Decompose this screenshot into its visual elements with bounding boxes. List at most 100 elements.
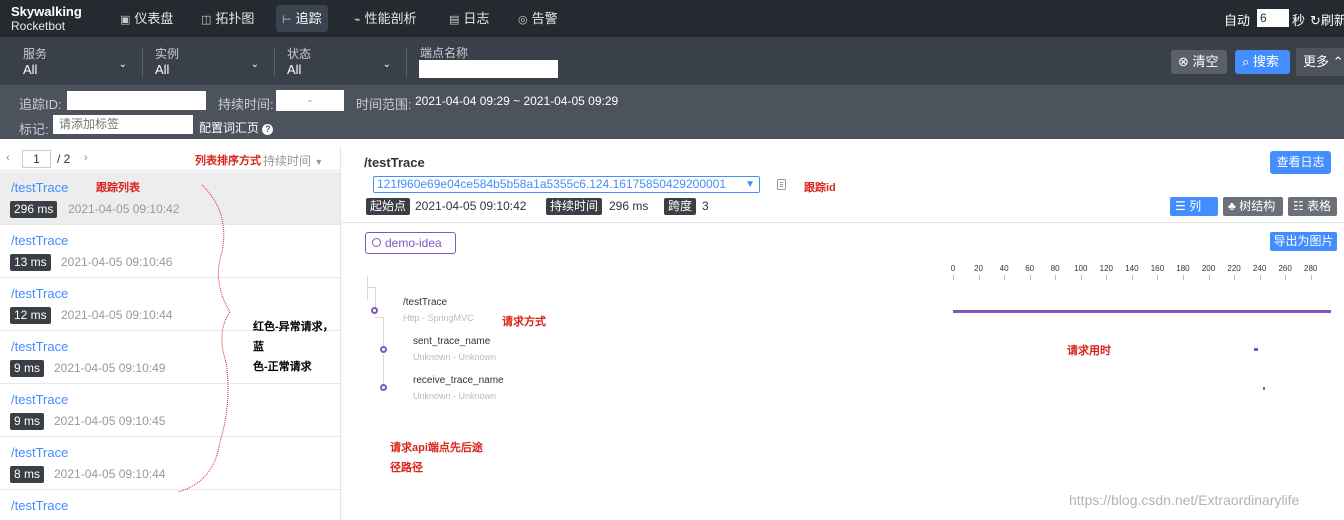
start-time-value: 2021-04-05 09:10:42	[415, 199, 527, 213]
trace-id-input[interactable]	[67, 91, 206, 110]
trace-id-select[interactable]: 121f960e69e04ce584b5b58a1a5355c6.124.161…	[373, 176, 760, 193]
sort-select-value: 持续时间	[263, 154, 312, 168]
axis-tick	[1310, 275, 1312, 280]
auto-refresh-interval-input[interactable]	[1257, 9, 1289, 27]
axis-tick	[1182, 275, 1184, 280]
tree-line	[375, 317, 383, 318]
axis-tick	[953, 275, 954, 280]
trace-endpoint-name: /testTrace	[11, 233, 69, 248]
tags-input[interactable]	[53, 115, 193, 134]
view-table-button[interactable]: ☷ 表格	[1288, 197, 1337, 216]
search-button[interactable]: ⌕ 搜索	[1235, 50, 1290, 74]
axis-tick-label: 40	[999, 264, 1009, 273]
chevron-up-icon: ⌃	[1329, 54, 1344, 69]
trace-endpoint-name: /testTrace	[11, 445, 69, 460]
page-number-input[interactable]: 1	[22, 150, 51, 168]
span-component: Unknown - Unknown	[413, 391, 497, 401]
nav-dashboard[interactable]: ▣ 仪表盘	[114, 5, 179, 32]
span-duration-bar[interactable]	[953, 310, 1331, 313]
tree-line	[367, 276, 368, 300]
next-page-icon[interactable]: ›	[84, 152, 88, 164]
clear-button[interactable]: ⊗ 清空	[1171, 50, 1227, 74]
trace-start-time: 2021-04-05 09:10:44	[61, 308, 173, 322]
span-duration-bar[interactable]	[1254, 348, 1259, 351]
trace-duration-badge: 13 ms	[10, 254, 51, 271]
table-icon: ☷	[1293, 199, 1308, 213]
config-vocabulary-label: 配置词汇页	[199, 121, 260, 135]
axis-tick-label: 140	[1125, 264, 1139, 273]
more-button[interactable]: 更多 ⌃	[1296, 48, 1344, 76]
watermark: https://blog.csdn.net/Extraordinarylife	[1069, 492, 1300, 508]
trace-start-time: 2021-04-05 09:10:46	[61, 255, 173, 269]
export-image-button[interactable]: 导出为图片	[1270, 232, 1337, 251]
service-badge-label: demo-idea	[385, 236, 442, 250]
help-icon: ?	[262, 124, 274, 135]
service-circle-icon	[372, 238, 381, 247]
search-button-label: 搜索	[1252, 54, 1279, 69]
span-name[interactable]: /testTrace	[403, 297, 447, 308]
span-component: Unknown - Unknown	[413, 352, 497, 362]
status-select[interactable]: 状态 All ⌄	[287, 45, 391, 79]
annotation-trace-list: 跟踪列表	[96, 182, 140, 194]
annotation-request-method: 请求方式	[502, 316, 546, 328]
span-duration-bar[interactable]	[1263, 387, 1266, 390]
config-vocabulary-link[interactable]: 配置词汇页 ?	[199, 119, 274, 136]
span-component: Http - SpringMVC	[403, 313, 474, 323]
instance-select[interactable]: 实例 All ⌄	[155, 45, 259, 79]
annotation-color-note-line2: 色-正常请求	[253, 361, 312, 373]
axis-tick-label: 0	[950, 264, 956, 273]
trace-start-time: 2021-04-05 09:10:45	[54, 414, 166, 428]
span-node[interactable]	[371, 307, 378, 314]
prev-page-icon[interactable]: ‹	[6, 152, 10, 164]
axis-tick-label: 280	[1304, 264, 1318, 273]
tree-icon: ♣	[1228, 199, 1240, 213]
view-list-button[interactable]: ☰ 列表	[1170, 197, 1218, 232]
trace-endpoint-name: /testTrace	[11, 392, 69, 407]
span-name[interactable]: sent_trace_name	[413, 336, 490, 347]
nav-trace[interactable]: ⊢ 追踪	[276, 5, 328, 32]
annotation-request-time: 请求用时	[1067, 345, 1111, 357]
span-node[interactable]	[380, 346, 387, 353]
nav-alarm[interactable]: ◎ 告警	[512, 5, 564, 32]
list-icon: ☰	[1175, 199, 1190, 213]
nav-log[interactable]: ▤ 日志	[443, 5, 495, 32]
trace-start-time: 2021-04-05 09:10:42	[68, 202, 180, 216]
refresh-label: 刷新	[1320, 13, 1344, 28]
duration-value: 296 ms	[609, 199, 649, 213]
span-node[interactable]	[380, 384, 387, 391]
auto-refresh-label: 自动	[1224, 13, 1251, 28]
duration-label: 持续时间:	[218, 97, 274, 112]
axis-tick	[1106, 275, 1108, 280]
trace-endpoint-name: /testTrace	[11, 180, 69, 195]
clear-button-label: 清空	[1192, 54, 1219, 69]
span-name[interactable]: receive_trace_name	[413, 375, 504, 386]
annotation-color-note: 红色-异常请求，蓝 色-正常请求	[253, 317, 340, 377]
duration-range-input[interactable]: -	[276, 90, 344, 111]
axis-tick	[1004, 275, 1006, 280]
service-select[interactable]: 服务 All ⌄	[23, 45, 127, 79]
chevron-down-icon: ⌄	[382, 59, 391, 70]
nav-profile[interactable]: ⌁ 性能剖析	[348, 5, 423, 32]
axis-tick-label: 160	[1150, 264, 1165, 273]
nav-label: 仪表盘	[134, 11, 174, 26]
trace-endpoint-name: /testTrace	[11, 339, 69, 354]
nav-topology[interactable]: ◫ 拓扑图	[195, 5, 260, 32]
view-tree-button[interactable]: ♣ 树结构	[1223, 197, 1283, 216]
time-range-value[interactable]: 2021-04-04 09:29 ~ 2021-04-05 09:29	[415, 94, 618, 108]
refresh-button[interactable]: ↻刷新	[1310, 10, 1344, 29]
logo-subtitle: Rocketbot	[11, 19, 66, 33]
time-range-label: 时间范围:	[356, 97, 412, 112]
sort-select[interactable]: 持续时间 ▼	[263, 152, 323, 169]
logo-title: Skywalking	[11, 4, 82, 19]
axis-tick	[1055, 275, 1057, 280]
caret-down-icon: ▼	[314, 157, 324, 167]
endpoint-name-input[interactable]	[419, 60, 558, 78]
trace-duration-badge: 296 ms	[10, 201, 58, 218]
service-select-label: 服务	[23, 47, 48, 61]
copy-icon[interactable]	[777, 179, 786, 190]
view-logs-button[interactable]: 查看日志	[1270, 151, 1331, 174]
axis-tick-label: 220	[1227, 264, 1241, 273]
annotation-sort-method: 列表排序方式	[195, 155, 261, 167]
seconds-label: 秒	[1292, 13, 1306, 28]
axis-tick	[1259, 275, 1261, 280]
